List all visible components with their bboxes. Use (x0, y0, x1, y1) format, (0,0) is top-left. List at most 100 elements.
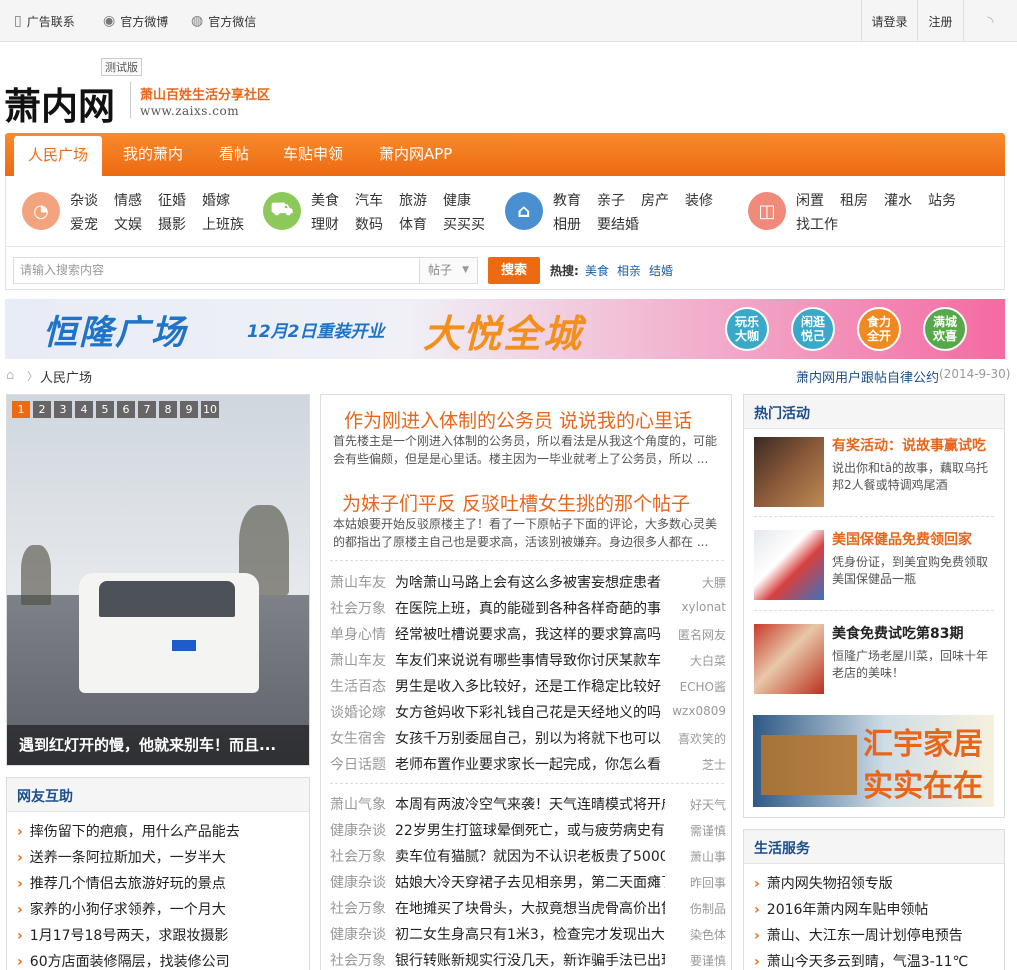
slider-page-button[interactable]: 1 (12, 401, 30, 418)
topic-row[interactable]: 社会万象 在医院上班，真的能碰到各种各样奇葩的事 xylonat (330, 598, 726, 624)
category-link[interactable]: 旅游 (399, 190, 427, 210)
featured-headline[interactable]: 为妹子们平反 反驳吐槽女生挑的那个帖子 (342, 489, 690, 516)
activity-title[interactable]: 美国保健品免费领回家 (832, 529, 972, 549)
topic-author[interactable]: 芝士 (670, 756, 726, 773)
category-link[interactable]: 装修 (685, 190, 713, 210)
topic-category[interactable]: 健康杂谈 (330, 820, 386, 840)
service-item[interactable]: 萧山今天多云到晴，气温3-11℃ (754, 951, 969, 970)
category-link[interactable]: 闲置 (796, 190, 824, 210)
nav-item-square[interactable]: 人民广场 (14, 136, 103, 176)
activity-title[interactable]: 美食免费试吃第83期 (832, 623, 963, 643)
topic-category[interactable]: 健康杂谈 (330, 924, 386, 944)
topic-author[interactable]: xylonat (670, 600, 726, 614)
topic-row[interactable]: 社会万象 卖车位有猫腻？就因为不认识老板贵了5000块 萧山事 (330, 846, 726, 872)
category-link[interactable]: 婚嫁 (202, 190, 230, 210)
slide-caption[interactable]: 遇到红灯开的慢，他就来别车！而且... (7, 725, 309, 765)
search-button[interactable]: 搜索 (488, 257, 540, 284)
activity-image[interactable] (754, 437, 824, 507)
activity-image[interactable] (754, 624, 824, 694)
topic-row[interactable]: 健康杂谈 姑娘大冷天穿裙子去见相亲男，第二天面瘫了 昨回事 (330, 872, 726, 898)
nav-item-car-sticker[interactable]: 车贴申领 (283, 133, 343, 176)
category-link[interactable]: 亲子 (597, 190, 625, 210)
topic-row[interactable]: 生活百态 男生是收入多比较好，还是工作稳定比较好 ECHO酱 (330, 676, 726, 702)
promo-banner[interactable]: 恒隆广场 12月2日重装开业 大悦全城 玩乐大咖 闲逛悦己 食力全开 满城欢喜 (5, 299, 1005, 359)
topic-category[interactable]: 生活百态 (330, 676, 386, 696)
topic-title[interactable]: 老师布置作业要求家长一起完成，你怎么看 (395, 754, 665, 774)
topic-row[interactable]: 社会万象 银行转账新规实行没几天，新诈骗手法已出现 要谨慎 (330, 950, 726, 970)
search-type-select[interactable]: 帖子 ▼ (420, 257, 478, 284)
category-link[interactable]: 理财 (311, 214, 339, 234)
category-link[interactable]: 要结婚 (597, 214, 639, 234)
hot-search-link[interactable]: 美食 (585, 262, 609, 279)
login-link[interactable]: 请登录 (861, 0, 917, 42)
category-link[interactable]: 摄影 (158, 214, 186, 234)
featured-headline[interactable]: 作为刚进入体制的公务员 说说我的心里话 (344, 406, 692, 433)
nav-item-posts[interactable]: 看帖 (219, 133, 249, 176)
home-icon[interactable]: ⌂ (6, 368, 14, 383)
service-item[interactable]: 萧山、大江东一周计划停电预告 (754, 925, 963, 945)
search-input[interactable]: 请输入搜索内容 (13, 257, 420, 284)
nav-item-app[interactable]: 萧内网APP (379, 133, 452, 176)
slider-page-button[interactable]: 10 (201, 401, 219, 418)
topic-author[interactable]: 伤制品 (670, 900, 726, 917)
register-link[interactable]: 注册 (917, 0, 963, 42)
slider-page-button[interactable]: 5 (96, 401, 114, 418)
topic-row[interactable]: 健康杂谈 22岁男生打篮球晕倒死亡，或与疲劳病史有关 需谨慎 (330, 820, 726, 846)
category-link[interactable]: 美食 (311, 190, 339, 210)
topic-author[interactable]: ECHO酱 (670, 678, 726, 695)
help-item[interactable]: 1月17号18号两天，求跟妆摄影 (17, 925, 229, 945)
topic-row[interactable]: 谈婚论嫁 女方爸妈收下彩礼钱自己花是天经地义的吗 wzx0809 (330, 702, 726, 728)
topic-author[interactable]: 好天气 (670, 796, 726, 813)
rules-notice-link[interactable]: 萧内网用户跟帖自律公约 (796, 367, 939, 386)
category-link[interactable]: 数码 (355, 214, 383, 234)
topic-author[interactable]: 需谨慎 (670, 822, 726, 839)
activity-image[interactable] (754, 530, 824, 600)
category-link[interactable]: 文娱 (114, 214, 142, 234)
slider-page-button[interactable]: 7 (138, 401, 156, 418)
hot-search-link[interactable]: 结婚 (649, 262, 673, 279)
hot-search-link[interactable]: 相亲 (617, 262, 641, 279)
slider-page-button[interactable]: 8 (159, 401, 177, 418)
category-link[interactable]: 相册 (553, 214, 581, 234)
category-link[interactable]: 爱宠 (70, 214, 98, 234)
topic-row[interactable]: 萧山车友 车友们来说说有哪些事情导致你讨厌某款车 大白菜 (330, 650, 726, 676)
ad-contact-link[interactable]: ▯ 广告联系 (14, 0, 75, 42)
topic-category[interactable]: 社会万象 (330, 846, 386, 866)
topic-author[interactable]: 匿名网友 (670, 626, 726, 643)
category-link[interactable]: 买买买 (443, 214, 485, 234)
topic-author[interactable]: 要谨慎 (670, 952, 726, 969)
topic-row[interactable]: 今日话题 老师布置作业要求家长一起完成，你怎么看 芝士 (330, 754, 726, 780)
topic-author[interactable]: 喜欢笑的 (670, 730, 726, 747)
topic-author[interactable]: 昨回事 (670, 874, 726, 891)
topic-author[interactable]: 大白菜 (670, 652, 726, 669)
category-link[interactable]: 房产 (641, 190, 669, 210)
category-link[interactable]: 教育 (553, 190, 581, 210)
topic-title[interactable]: 女方爸妈收下彩礼钱自己花是天经地义的吗 (395, 702, 665, 722)
help-item[interactable]: 摔伤留下的疤痕，用什么产品能去 (17, 821, 240, 841)
topic-author[interactable]: 萧山事 (670, 848, 726, 865)
help-item[interactable]: 家养的小狗仔求领养，一个月大 (17, 899, 226, 919)
category-link[interactable]: 情感 (114, 190, 142, 210)
topic-category[interactable]: 萧山气象 (330, 794, 386, 814)
category-link[interactable]: 灌水 (884, 190, 912, 210)
topic-title[interactable]: 初二女生身高只有1米3，检查完才发现出大事 (395, 924, 665, 944)
nav-item-my[interactable]: 我的萧内 (123, 133, 183, 176)
topic-row[interactable]: 单身心情 经常被吐槽说要求高，我这样的要求算高吗 匿名网友 (330, 624, 726, 650)
service-item[interactable]: 2016年萧内网车贴申领帖 (754, 899, 929, 919)
topic-category[interactable]: 社会万象 (330, 598, 386, 618)
topic-category[interactable]: 健康杂谈 (330, 872, 386, 892)
topic-author[interactable]: 大膘 (670, 574, 726, 591)
category-link[interactable]: 汽车 (355, 190, 383, 210)
topic-row[interactable]: 健康杂谈 初二女生身高只有1米3，检查完才发现出大事 染色体 (330, 924, 726, 950)
site-logo[interactable]: 萧内网 (4, 76, 115, 130)
service-item[interactable]: 萧内网失物招领专版 (754, 873, 893, 893)
category-link[interactable]: 找工作 (796, 214, 838, 234)
topic-row[interactable]: 女生宿舍 女孩千万别委屈自己，别以为将就下也可以 喜欢笑的 (330, 728, 726, 754)
topic-row[interactable]: 萧山气象 本周有两波冷空气来袭！天气连晴模式将开启 好天气 (330, 794, 726, 820)
featured-slider[interactable]: 遇到红灯开的慢，他就来别车！而且... (6, 394, 310, 766)
help-item[interactable]: 推荐几个情侣去旅游好玩的景点 (17, 873, 226, 893)
topic-title[interactable]: 姑娘大冷天穿裙子去见相亲男，第二天面瘫了 (395, 872, 665, 892)
wechat-link[interactable]: ◍ 官方微信 (191, 0, 256, 42)
topic-title[interactable]: 本周有两波冷空气来袭！天气连晴模式将开启 (395, 794, 665, 814)
category-link[interactable]: 征婚 (158, 190, 186, 210)
